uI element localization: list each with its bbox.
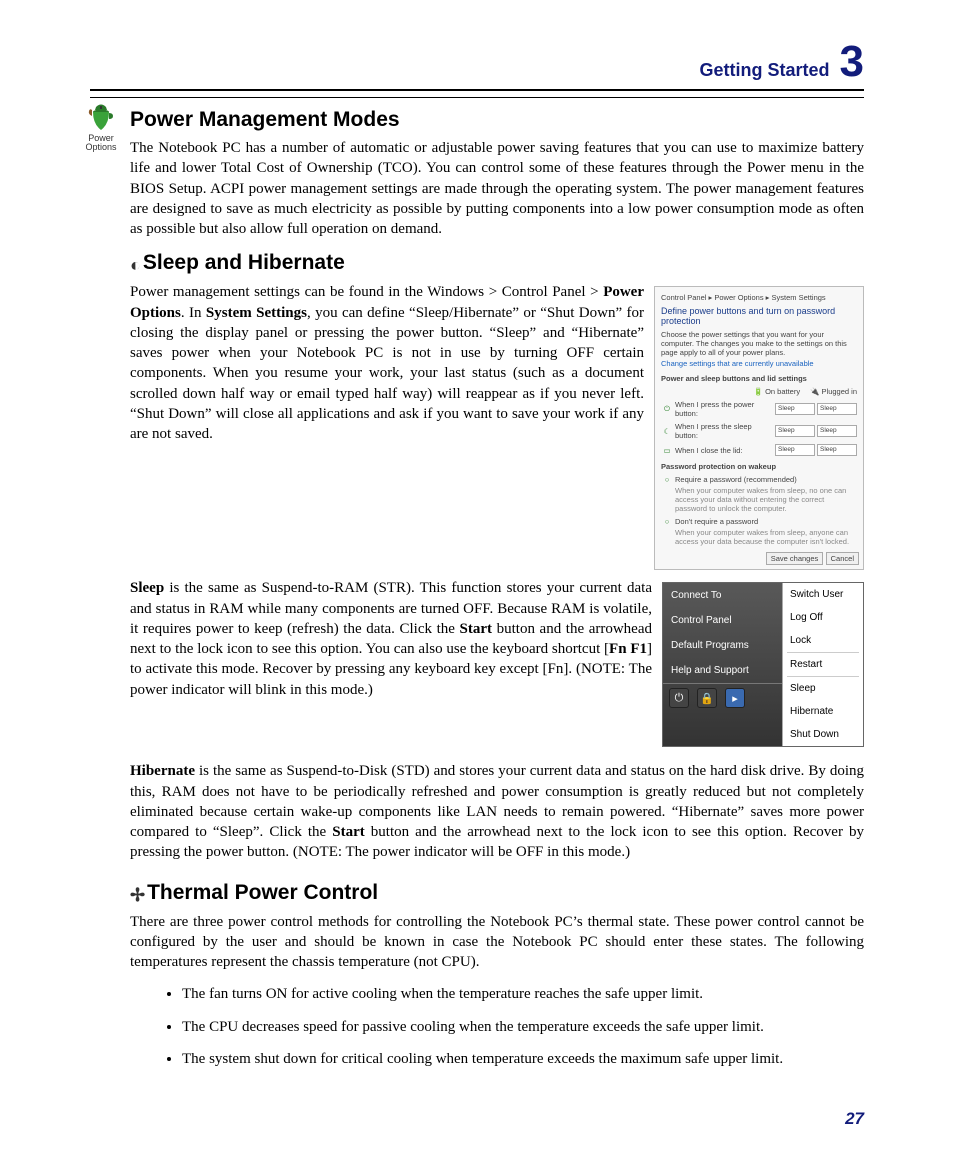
sleep-icon: ☾: [661, 427, 673, 436]
ss-change-link: Change settings that are currently unava…: [659, 359, 859, 370]
ss-row-sleep: ☾ When I press the sleep button: Sleep S…: [659, 420, 859, 442]
chapter-number: 3: [840, 40, 864, 84]
sm-restart: Restart: [783, 653, 863, 676]
sm-hibernate: Hibernate: [783, 700, 863, 723]
ss-save-button: Save changes: [766, 552, 824, 565]
section-thermal: ✢Thermal Power Control There are three p…: [130, 881, 864, 1070]
sm-sleep: Sleep: [783, 677, 863, 700]
ss-row-lid: ▭ When I close the lid: Sleep Sleep: [659, 442, 859, 458]
sm-log-off: Log Off: [783, 606, 863, 629]
power-options-margin-icon: Power Options: [78, 104, 124, 153]
heading-thermal: ✢Thermal Power Control: [130, 881, 864, 906]
sm-right-col: Switch User Log Off Lock Restart Sleep H…: [782, 583, 863, 746]
moon-icon: ◐: [130, 255, 141, 275]
sm-lock: Lock: [783, 629, 863, 652]
sm-default-programs: Default Programs: [663, 633, 782, 658]
para-power-management: The Notebook PC has a number of automati…: [130, 138, 864, 239]
ss-title: Define power buttons and turn on passwor…: [659, 304, 859, 330]
sm-left-col: Connect To Control Panel Default Program…: [663, 583, 782, 746]
sm-connect-to: Connect To: [663, 583, 782, 608]
section-sleep-hibernate: ◐Sleep and Hibernate Control Panel ▸ Pow…: [130, 251, 864, 862]
thermal-bullet-list: The fan turns ON for active cooling when…: [130, 984, 864, 1069]
heading-power-management-modes: Power Management Modes: [130, 108, 864, 132]
section-power-modes: Power Options Power Management Modes The…: [130, 108, 864, 239]
para-hibernate-std: Hibernate is the same as Suspend-to-Disk…: [130, 761, 864, 862]
ss-password-section: Password protection on wakeup: [659, 458, 859, 473]
power-icon: ⏻: [661, 404, 673, 414]
header-title: Getting Started: [700, 60, 830, 87]
screenshot-system-settings: Control Panel ▸ Power Options ▸ System S…: [654, 286, 864, 570]
fan-icon: ✢: [130, 885, 145, 905]
sm-help-support: Help and Support: [663, 658, 782, 683]
header-rule-thick: [90, 89, 864, 91]
sm-power-bar: ⏻ 🔒 ▸: [663, 683, 782, 712]
thermal-bullet-2: The CPU decreases speed for passive cool…: [182, 1017, 864, 1037]
page-header: Getting Started 3: [90, 40, 864, 89]
para-thermal-intro: There are three power control methods fo…: [130, 912, 864, 973]
sm-power-icon: ⏻: [669, 688, 689, 708]
thermal-bullet-3: The system shut down for critical coolin…: [182, 1049, 864, 1069]
sm-shut-down: Shut Down: [783, 723, 863, 746]
screenshot-start-menu: Connect To Control Panel Default Program…: [662, 582, 864, 747]
ss-breadcrumb: Control Panel ▸ Power Options ▸ System S…: [659, 291, 859, 304]
ss-row-power: ⏻ When I press the power button: Sleep S…: [659, 398, 859, 420]
lid-icon: ▭: [661, 446, 673, 455]
sm-lock-icon: 🔒: [697, 688, 717, 708]
heading-sleep-hibernate: ◐Sleep and Hibernate: [130, 251, 864, 276]
page-number: 27: [90, 1109, 864, 1129]
ss-subtitle: Choose the power settings that you want …: [659, 330, 859, 359]
power-kettle-icon: [86, 104, 116, 132]
sm-arrow-icon: ▸: [725, 688, 745, 708]
ss-opt-norequire: ○Don't require a password: [659, 515, 859, 528]
ss-opt-require: ○Require a password (recommended): [659, 473, 859, 486]
ss-opt2-desc: When your computer wakes from sleep, any…: [659, 528, 859, 548]
ss-col-headers: 🔋 On battery 🔌 Plugged in: [659, 385, 859, 398]
margin-icon-label-2: Options: [85, 142, 116, 152]
header-rule-thin: [90, 97, 864, 98]
sm-control-panel: Control Panel: [663, 608, 782, 633]
ss-buttons: Save changes Cancel: [659, 548, 859, 565]
ss-cancel-button: Cancel: [826, 552, 859, 565]
thermal-bullet-1: The fan turns ON for active cooling when…: [182, 984, 864, 1004]
sm-switch-user: Switch User: [783, 583, 863, 606]
ss-section-buttons: Power and sleep buttons and lid settings: [659, 370, 859, 385]
ss-opt1-desc: When your computer wakes from sleep, no …: [659, 486, 859, 515]
